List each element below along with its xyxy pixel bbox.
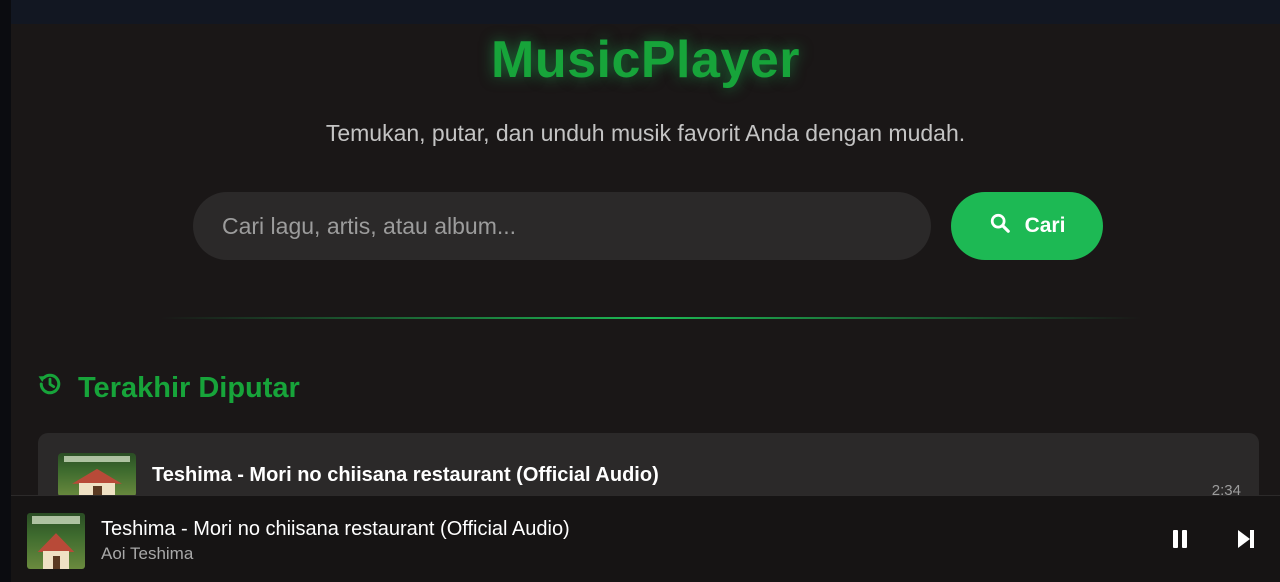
recent-section-header: Terakhir Diputar [36,370,300,406]
top-status-strip [0,0,1280,24]
recent-track-title: Teshima - Mori no chiisana restaurant (O… [152,464,659,486]
search-icon [989,212,1011,240]
app-tagline: Temukan, putar, dan unduh musik favorit … [325,120,966,146]
now-playing-album-art [27,513,85,569]
history-icon [36,370,64,406]
skip-next-icon [1237,529,1255,552]
now-playing-bar: Teshima - Mori no chiisana restaurant (O… [11,495,1280,582]
now-playing-title: Teshima - Mori no chiisana restaurant (O… [101,518,570,540]
search-button[interactable]: Cari [951,192,1103,260]
now-playing-artist: Aoi Teshima [101,544,194,563]
search-input[interactable] [193,192,931,260]
recent-section-title: Terakhir Diputar [78,371,300,404]
pause-button[interactable] [1165,525,1195,555]
app-brand-title: MusicPlayer [491,31,800,89]
left-edge [0,0,11,582]
search-button-label: Cari [1024,214,1066,237]
album-art [58,453,136,497]
section-divider [161,317,1141,319]
next-button[interactable] [1231,525,1261,555]
pause-icon [1171,529,1189,552]
